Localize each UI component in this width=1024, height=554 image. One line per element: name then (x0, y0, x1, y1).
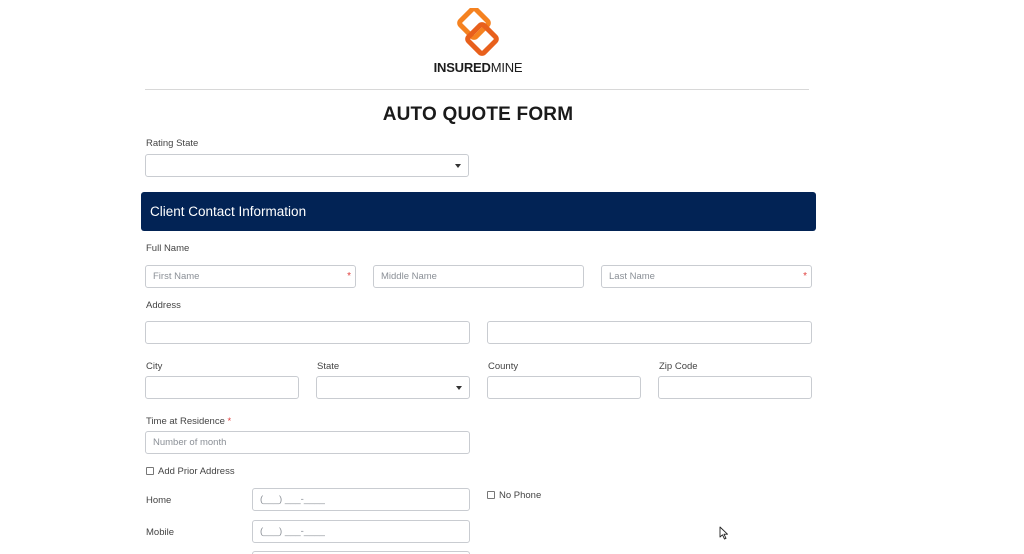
address-line2-input[interactable] (487, 321, 812, 344)
time-at-residence-text: Time at Residence (146, 416, 225, 427)
time-at-residence-label: Time at Residence * (146, 416, 231, 427)
page-title: AUTO QUOTE FORM (382, 104, 574, 125)
logo-wordmark: INSUREDMINE (430, 60, 526, 75)
first-name-placeholder: First Name (153, 271, 200, 282)
section-header: Client Contact Information (141, 192, 816, 231)
address-label: Address (146, 300, 181, 311)
mobile-phone-placeholder: (___) ___-____ (260, 526, 325, 537)
home-phone-label: Home (146, 495, 172, 506)
time-at-residence-input[interactable]: Number of month (145, 431, 470, 454)
required-asterisk: * (227, 416, 232, 427)
rating-state-label: Rating State (146, 138, 199, 149)
required-asterisk: * (803, 271, 807, 282)
mobile-phone-label: Mobile (146, 527, 174, 538)
insuredmine-logo-icon (457, 8, 499, 56)
zip-code-label: Zip Code (659, 361, 698, 372)
rating-state-select[interactable] (145, 154, 469, 177)
address-line1-input[interactable] (145, 321, 470, 344)
header-divider (145, 89, 809, 90)
add-prior-address-checkbox[interactable] (146, 467, 154, 475)
time-at-residence-placeholder: Number of month (153, 437, 227, 448)
no-phone-checkbox[interactable] (487, 491, 495, 499)
home-phone-input[interactable]: (___) ___-____ (252, 488, 470, 511)
last-name-placeholder: Last Name (609, 271, 655, 282)
county-input[interactable] (487, 376, 641, 399)
logo-text-bold: INSURED (433, 60, 491, 75)
middle-name-input[interactable]: Middle Name (373, 265, 584, 288)
city-label: City (146, 361, 163, 372)
add-prior-address-label[interactable]: Add Prior Address (158, 466, 235, 477)
full-name-label: Full Name (146, 243, 190, 254)
zip-code-input[interactable] (658, 376, 812, 399)
state-select[interactable] (316, 376, 470, 399)
chevron-down-icon (455, 164, 461, 168)
first-name-input[interactable]: First Name * (145, 265, 356, 288)
city-input[interactable] (145, 376, 299, 399)
insuredmine-logo: INSUREDMINE (430, 8, 526, 75)
middle-name-placeholder: Middle Name (381, 271, 437, 282)
mouse-cursor-icon (719, 526, 728, 540)
no-phone-label[interactable]: No Phone (499, 490, 541, 501)
state-label: State (317, 361, 340, 372)
section-title: Client Contact Information (150, 204, 307, 219)
chevron-down-icon (456, 386, 462, 390)
required-asterisk: * (347, 271, 351, 282)
county-label: County (488, 361, 519, 372)
logo-text-light: MINE (490, 60, 523, 75)
last-name-input[interactable]: Last Name * (601, 265, 812, 288)
home-phone-placeholder: (___) ___-____ (260, 494, 325, 505)
mobile-phone-input[interactable]: (___) ___-____ (252, 520, 470, 543)
